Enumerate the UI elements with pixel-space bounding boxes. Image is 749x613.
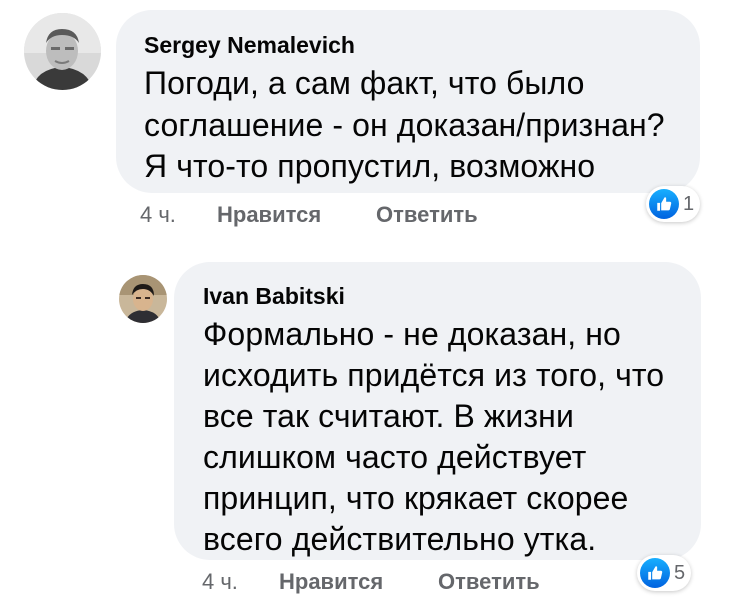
comment-author[interactable]: Ivan Babitski	[203, 283, 345, 310]
avatar-photo	[119, 275, 167, 323]
avatar[interactable]	[119, 275, 167, 323]
comment-text-line: Формально - не доказан, но	[203, 316, 621, 352]
like-icon	[640, 558, 670, 588]
like-icon	[649, 189, 679, 219]
reaction-count: 1	[683, 192, 695, 215]
comment-text-line: исходить придётся из того, что	[203, 357, 665, 393]
reaction-summary[interactable]: 1	[646, 186, 701, 222]
like-button[interactable]: Нравится	[279, 569, 383, 595]
reply-button[interactable]: Ответить	[376, 202, 478, 228]
like-button[interactable]: Нравится	[217, 202, 321, 228]
comment-text-line: всего действительно утка.	[203, 521, 597, 557]
reaction-summary[interactable]: 5	[637, 555, 692, 591]
comment-text-line: соглашение - он доказан/признан?	[144, 107, 665, 143]
comment-text-line: слишком часто действует	[203, 439, 587, 475]
comment-thread: Sergey Nemalevich Погоди, а сам факт, чт…	[0, 0, 749, 613]
comment-text-line: Я что-то пропустил, возможно	[144, 148, 596, 184]
comment-text-line: принцип, что крякает скорее	[203, 480, 629, 516]
comment-author[interactable]: Sergey Nemalevich	[144, 32, 355, 59]
comment-timestamp[interactable]: 4 ч.	[140, 202, 176, 228]
comment-timestamp[interactable]: 4 ч.	[202, 569, 238, 595]
comment-text-line: все так считают. В жизни	[203, 398, 574, 434]
comment-text-line: Погоди, а сам факт, что было	[144, 65, 585, 101]
reaction-count: 5	[674, 561, 686, 584]
avatar-photo	[24, 13, 101, 90]
avatar[interactable]	[24, 13, 101, 90]
reply-button[interactable]: Ответить	[438, 569, 540, 595]
